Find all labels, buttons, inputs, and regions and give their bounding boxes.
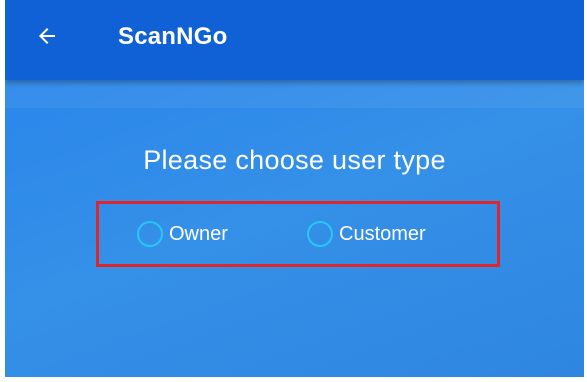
radio-customer[interactable]: Customer (307, 221, 426, 247)
app-screen: ScanNGo Please choose user type Owner Cu… (5, 0, 584, 377)
user-type-highlight-box: Owner Customer (96, 201, 500, 267)
app-bar: ScanNGo (5, 0, 584, 80)
main-content: Please choose user type Owner Customer (5, 80, 584, 377)
radio-unchecked-icon[interactable] (137, 221, 163, 247)
arrow-left-icon (39, 28, 55, 44)
back-button[interactable] (31, 20, 63, 52)
radio-unchecked-icon[interactable] (307, 221, 333, 247)
radio-owner[interactable]: Owner (137, 221, 228, 247)
app-title: ScanNGo (118, 23, 228, 50)
radio-customer-label: Customer (339, 223, 426, 245)
user-type-prompt: Please choose user type (143, 145, 446, 175)
radio-owner-label: Owner (169, 223, 228, 245)
user-type-radio-group: Owner Customer (99, 204, 497, 264)
content-divider-band (5, 80, 584, 108)
